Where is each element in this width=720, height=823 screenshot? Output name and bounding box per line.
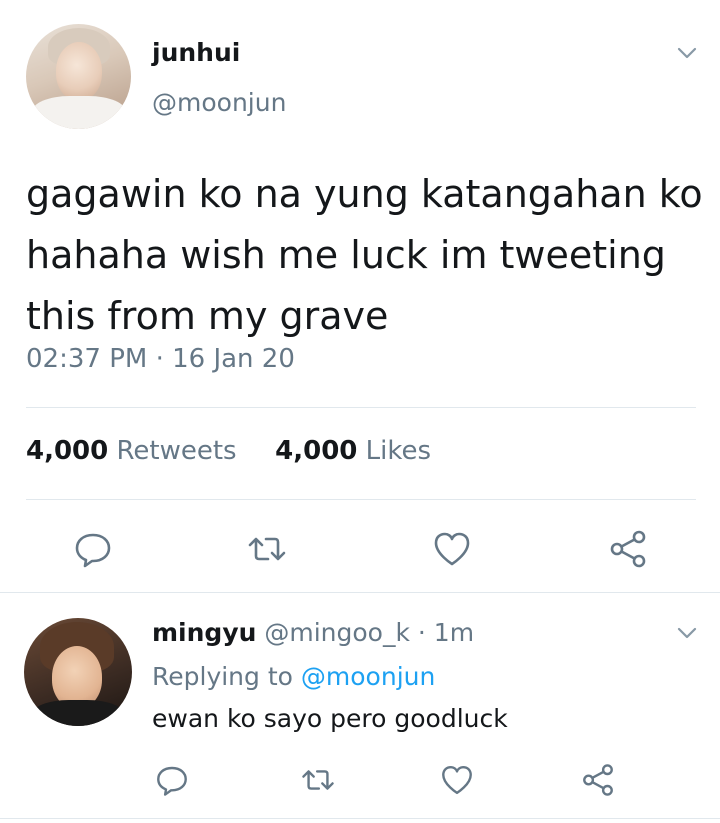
share-icon[interactable] [580,762,616,798]
reply-icon[interactable] [154,762,190,798]
reply-author-name[interactable]: mingyu [152,618,256,647]
avatar[interactable] [24,618,132,726]
chevron-down-icon[interactable] [676,622,698,644]
tweet-stats: 4,000 Retweets 4,000 Likes [26,436,431,466]
avatar-shirt [32,96,126,129]
author-handle[interactable]: @moonjun [152,88,286,117]
reply-author-meta[interactable]: @mingoo_k · 1m [264,618,474,647]
heart-icon[interactable] [431,528,473,570]
retweet-label[interactable]: Retweets [117,436,237,466]
main-tweet: junhui @moonjun gagawin ko na yung katan… [0,0,720,592]
divider [0,818,720,819]
avatar[interactable] [26,24,131,129]
avatar-face [52,646,102,708]
like-count[interactable]: 4,000 [275,436,357,466]
retweet-count[interactable]: 4,000 [26,436,108,466]
reply-text: ewan ko sayo pero goodluck [152,704,508,733]
author-display-name[interactable]: junhui [152,38,240,67]
retweet-icon[interactable] [246,528,288,570]
retweet-icon[interactable] [300,762,336,798]
divider [26,499,696,500]
reply-header: mingyu @mingoo_k · 1m [152,618,474,647]
replying-to-prefix: Replying to [152,662,293,691]
tweet-detail-screen: junhui @moonjun gagawin ko na yung katan… [0,0,720,823]
thread-separator [0,592,720,593]
chevron-down-icon[interactable] [676,42,698,64]
avatar-face [56,42,102,100]
like-label[interactable]: Likes [366,436,431,466]
replying-to-handle[interactable]: @moonjun [301,662,435,691]
replying-to: Replying to @moonjun [152,662,435,691]
reply-icon[interactable] [72,528,114,570]
divider [26,407,696,408]
share-icon[interactable] [607,528,649,570]
heart-icon[interactable] [439,762,475,798]
avatar-shirt [32,700,124,726]
tweet-text: gagawin ko na yung katangahan ko hahaha … [26,172,703,338]
tweet-timestamp[interactable]: 02:37 PM · 16 Jan 20 [26,344,295,374]
